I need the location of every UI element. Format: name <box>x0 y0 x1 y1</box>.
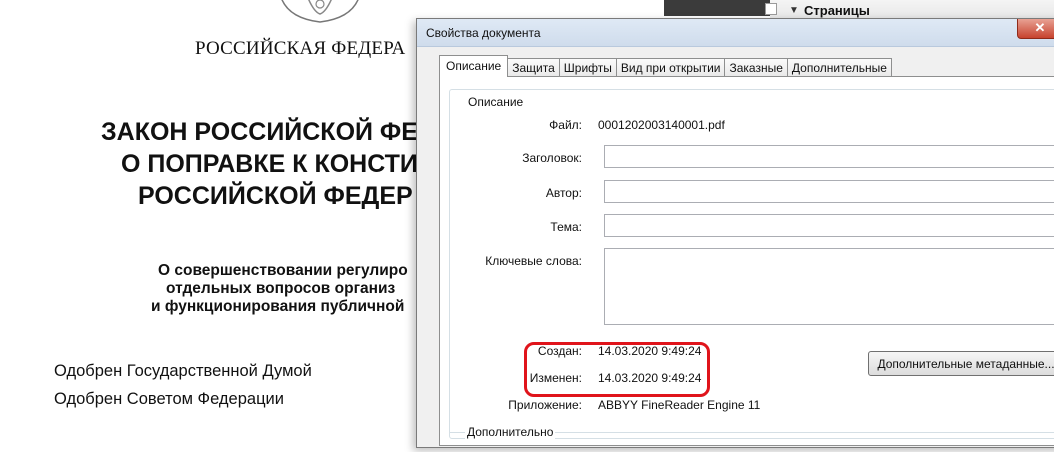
law-subtitle-line-2: отдельных вопросов организ <box>166 280 396 297</box>
keywords-label: Ключевые слова: <box>485 254 582 268</box>
law-subtitle-line-1: О совершенствовании регулиро <box>158 262 408 279</box>
description-group-label: Описание <box>466 95 526 109</box>
tab-strip: Описание Защита Шрифты Вид при открытии … <box>439 55 892 77</box>
file-value: 0001202003140001.pdf <box>598 118 725 132</box>
subject-field[interactable] <box>604 214 1054 237</box>
law-title-line-2: О ПОПРАВКЕ К КОНСТИ <box>121 150 418 178</box>
law-title-line-3: РОССИЙСКОЙ ФЕДЕР <box>138 182 413 210</box>
approved-duma: Одобрен Государственной Думой <box>54 362 312 380</box>
tab-security[interactable]: Защита <box>507 58 560 77</box>
viewer-toolbar-background <box>664 0 780 16</box>
additional-metadata-button[interactable]: Дополнительные метаданные... <box>868 351 1054 376</box>
dialog-title: Свойства документа <box>426 26 541 40</box>
pdf-page: РОССИЙСКАЯ ФЕДЕРА ЗАКОН РОССИЙСКОЙ ФЕД О… <box>0 0 430 434</box>
tab-description[interactable]: Описание <box>439 55 509 77</box>
document-properties-dialog: Свойства документа ✕ Описание Защита Шри… <box>416 18 1054 448</box>
author-label: Автор: <box>545 186 582 200</box>
file-label: Файл: <box>549 118 582 132</box>
dialog-titlebar[interactable]: Свойства документа ✕ <box>417 19 1054 47</box>
created-label: Создан: <box>537 344 582 358</box>
country-header: РОССИЙСКАЯ ФЕДЕРА <box>195 38 406 59</box>
modified-value: 14.03.2020 9:49:24 <box>598 371 702 385</box>
keywords-field[interactable] <box>604 248 1054 325</box>
pages-pane-label: Страницы <box>804 3 870 18</box>
pages-pane-checkbox[interactable] <box>765 3 777 15</box>
modified-label: Изменен: <box>529 371 582 385</box>
author-field[interactable] <box>604 180 1054 203</box>
tab-initial-view[interactable]: Вид при открытии <box>615 58 726 77</box>
subject-label: Тема: <box>550 220 582 234</box>
law-title-line-1: ЗАКОН РОССИЙСКОЙ ФЕД <box>101 118 430 146</box>
close-button[interactable]: ✕ <box>1017 19 1054 39</box>
application-label: Приложение: <box>508 398 582 412</box>
collapse-arrow-icon[interactable]: ▼ <box>789 5 799 16</box>
approved-federation-council: Одобрен Советом Федерации <box>54 390 284 408</box>
title-field[interactable] <box>604 145 1054 168</box>
description-panel: Описание Файл: 0001202003140001.pdf Заго… <box>439 76 1054 446</box>
description-group: Описание Файл: 0001202003140001.pdf Заго… <box>449 89 1054 439</box>
tab-advanced[interactable]: Дополнительные <box>786 58 892 77</box>
coat-of-arms-emblem <box>281 0 359 23</box>
advanced-group: Дополнительно <box>449 425 1054 452</box>
tab-custom[interactable]: Заказные <box>724 58 788 77</box>
application-value: ABBYY FineReader Engine 11 <box>598 398 761 412</box>
law-subtitle-line-3: и функционирования публичной <box>151 298 405 315</box>
tab-fonts[interactable]: Шрифты <box>558 58 617 77</box>
title-label: Заголовок: <box>522 151 582 165</box>
advanced-group-label: Дополнительно <box>465 425 556 439</box>
created-value: 14.03.2020 9:49:24 <box>598 344 702 358</box>
